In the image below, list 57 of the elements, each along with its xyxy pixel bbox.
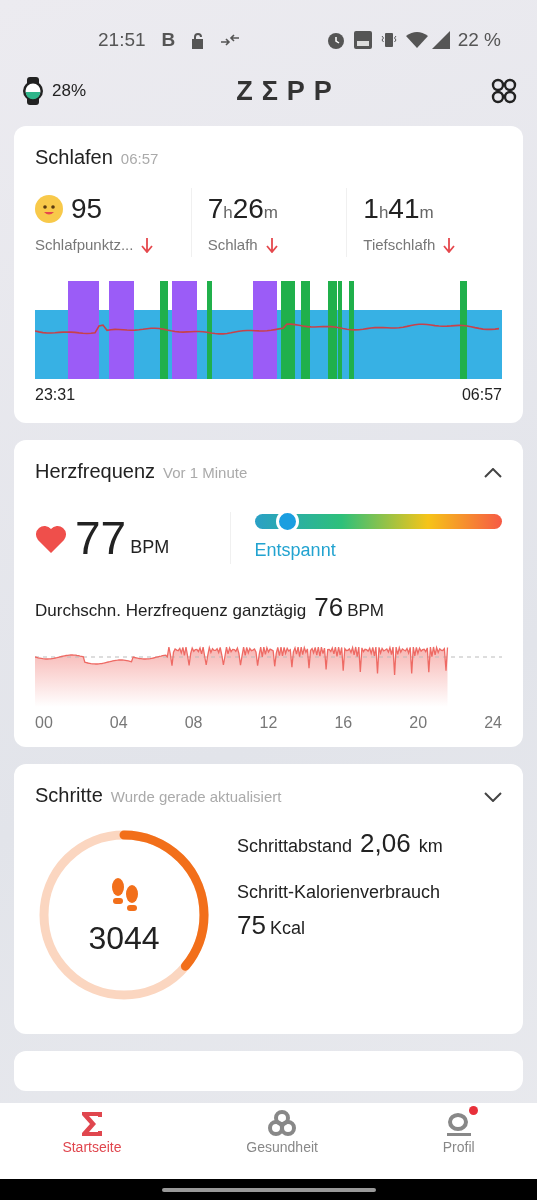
metric-value: 1h41m	[363, 192, 434, 226]
data-transfer-icon	[221, 34, 240, 46]
signal-icon	[431, 31, 450, 49]
battery-percent: 22 %	[457, 27, 501, 52]
metric-label: Schlafpunktz...	[35, 235, 134, 255]
card-subtitle: Wurde gerade aktualisiert	[110, 786, 282, 807]
metric-label: Schlafh	[207, 235, 258, 255]
axis-label: 24	[484, 712, 502, 733]
watch-icon	[22, 77, 44, 105]
vibrate-icon	[379, 31, 398, 49]
card-subtitle: Vor 1 Minute	[163, 462, 248, 483]
app-logo: ZΣPP	[236, 75, 341, 106]
distance-unit: km	[418, 835, 443, 858]
nav-tab[interactable]: Gesundheit	[183, 1103, 381, 1179]
axis-label: 20	[409, 712, 428, 733]
axis-label: 04	[109, 712, 128, 733]
status-letter: B	[161, 27, 176, 52]
calories-label: Schritt-Kalorienverbrauch	[237, 881, 442, 904]
footprints-icon	[112, 877, 138, 911]
wifi-icon	[405, 32, 428, 48]
heart-icon	[35, 524, 67, 553]
axis-label: 00	[35, 712, 53, 733]
distance-label: Schrittabstand	[237, 835, 353, 858]
card-title: Schlafen	[35, 145, 113, 170]
volte-icon	[353, 31, 372, 49]
chevron-up-icon[interactable]	[484, 467, 502, 478]
knot-icon	[268, 1109, 297, 1137]
metric-label: Tiefschlafh	[363, 235, 436, 255]
smiley-icon	[35, 195, 63, 223]
metric-value: 95	[71, 192, 103, 226]
average-unit: BPM	[347, 599, 384, 622]
heart-zone-label: Entspannt	[254, 538, 337, 562]
heart-rate-value: 77	[75, 514, 127, 561]
alarm-icon	[325, 30, 346, 50]
lock-icon	[191, 31, 206, 49]
step-count: 3044	[88, 919, 160, 956]
average-value: 76	[314, 590, 344, 624]
grid-menu-icon[interactable]	[491, 78, 517, 104]
chart-end-time: 06:57	[461, 384, 502, 405]
calories-value: 75	[237, 909, 266, 942]
bpm-unit: BPM	[130, 535, 170, 559]
card-title: Schritte	[35, 782, 103, 808]
calories-unit: Kcal	[269, 917, 305, 940]
nav-tab[interactable]: Profil	[380, 1103, 537, 1179]
axis-label: 08	[184, 712, 203, 733]
status-time: 21:51	[98, 27, 146, 52]
average-label: Durchschn. Herzfrequenz ganztägig	[35, 599, 307, 622]
axis-label: 12	[259, 712, 278, 733]
distance-value: 2,06	[360, 827, 411, 860]
watch-battery: 28%	[52, 80, 87, 103]
nav-tab[interactable]: Startseite	[0, 1103, 184, 1179]
chart-start-time: 23:31	[35, 384, 76, 405]
chevron-down-icon[interactable]	[484, 791, 502, 802]
card-subtitle: 06:57	[120, 149, 159, 169]
axis-label: 16	[334, 712, 353, 733]
card-title: Herzfrequenz	[35, 458, 156, 484]
metric-value: 7h26m	[207, 192, 279, 226]
